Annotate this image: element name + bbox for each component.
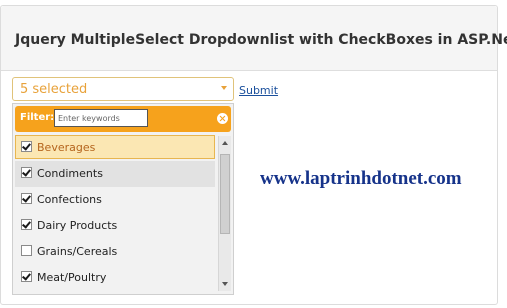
clear-icon[interactable] <box>217 113 228 124</box>
list-item[interactable]: Meat/Poultry <box>15 265 215 291</box>
item-label: Confections <box>37 193 102 206</box>
check-icon <box>22 219 31 229</box>
check-icon <box>22 167 31 177</box>
watermark-text: www.laptrinhdotnet.com <box>260 168 462 189</box>
filter-bar: Filter: <box>15 106 231 132</box>
checkbox[interactable] <box>21 193 32 204</box>
list-item[interactable]: Dairy Products <box>15 213 215 239</box>
item-label: Dairy Products <box>37 219 118 232</box>
filter-input[interactable] <box>54 109 148 127</box>
scroll-down-icon[interactable] <box>222 282 228 286</box>
checkbox[interactable] <box>21 141 32 152</box>
page-title: Jquery MultipleSelect Dropdownlist with … <box>15 32 507 48</box>
panel-header: Jquery MultipleSelect Dropdownlist with … <box>1 6 507 71</box>
filter-label: Filter: <box>20 112 55 123</box>
submit-link[interactable]: Submit <box>239 84 278 97</box>
item-label: Beverages <box>37 141 96 154</box>
item-label: Condiments <box>37 167 103 180</box>
chevron-down-icon <box>221 86 227 90</box>
dropdown-panel: Filter: Beverages Condiments Confections… <box>12 103 234 295</box>
scroll-thumb[interactable] <box>220 154 230 234</box>
item-label: Meat/Poultry <box>37 271 107 284</box>
list-item[interactable]: Confections <box>15 187 215 213</box>
selected-count-text: 5 selected <box>20 82 88 97</box>
checkbox[interactable] <box>21 271 32 282</box>
scroll-up-icon[interactable] <box>222 141 228 145</box>
checkbox[interactable] <box>21 245 32 256</box>
checkbox[interactable] <box>21 167 32 178</box>
multiselect-dropdown[interactable]: 5 selected <box>12 77 234 101</box>
checkbox[interactable] <box>21 219 32 230</box>
check-icon <box>22 271 31 281</box>
list-item[interactable]: Beverages <box>15 135 215 159</box>
scrollbar[interactable] <box>218 136 231 291</box>
check-icon <box>22 193 31 203</box>
list-item[interactable]: Grains/Cereals <box>15 239 215 265</box>
option-list: Beverages Condiments Confections Dairy P… <box>15 135 215 292</box>
item-label: Grains/Cereals <box>37 245 118 258</box>
list-item[interactable]: Condiments <box>15 161 215 187</box>
check-icon <box>22 141 31 151</box>
